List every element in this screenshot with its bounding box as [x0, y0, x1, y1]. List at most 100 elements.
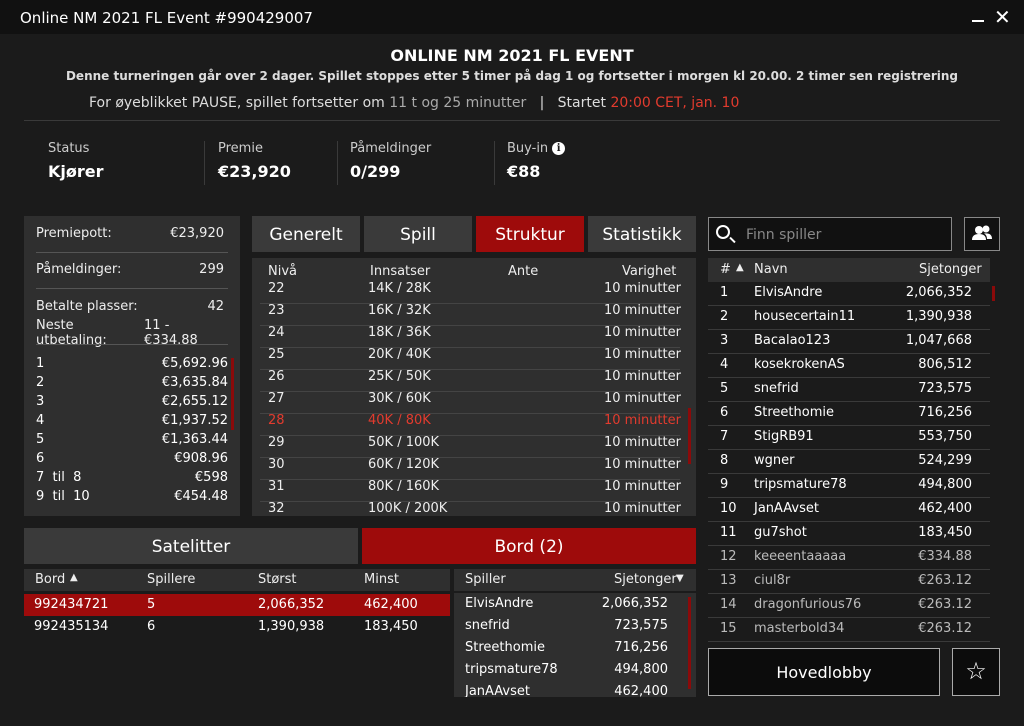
paid-places-row: Betalte plasser: 42 — [36, 299, 224, 314]
player-row[interactable]: 12 keeeentaaaaa €334.88 — [708, 546, 990, 570]
payout-amount: €1,937.52 — [161, 413, 228, 428]
player-row[interactable]: 6 Streethomie 716,256 — [708, 402, 990, 426]
sort-up-icon[interactable]: ▲ — [736, 262, 744, 273]
col-stakes[interactable]: Innsatser — [370, 264, 430, 279]
tab-generelt[interactable]: Generelt — [252, 216, 360, 252]
chip-count: 723,575 — [918, 381, 972, 396]
col-smallest[interactable]: Minst — [364, 572, 399, 587]
rank: 12 — [720, 549, 737, 564]
level: 32 — [268, 501, 285, 516]
payout-amount: €5,692.96 — [161, 356, 228, 371]
sort-up-icon[interactable]: ▲ — [70, 572, 78, 583]
player-row[interactable]: 13 ciul8r €263.12 — [708, 570, 990, 594]
tab-spill[interactable]: Spill — [364, 216, 472, 252]
player-row[interactable]: 11 gu7shot 183,450 — [708, 522, 990, 546]
scrollbar[interactable] — [688, 597, 691, 689]
col-largest[interactable]: Størst — [258, 572, 297, 587]
title-bar: Online NM 2021 FL Event #990429007 — [0, 0, 1024, 34]
payout-place: 1 — [36, 356, 45, 371]
chip-count: 716,256 — [614, 640, 668, 655]
table-row[interactable]: 992435134 6 1,390,938 183,450 — [24, 616, 450, 638]
player-row[interactable]: 4 kosekrokenAS 806,512 — [708, 354, 990, 378]
stat-label: Status — [48, 141, 90, 156]
close-icon[interactable]: ✕ — [994, 6, 1011, 28]
player-name: keeeentaaaaa — [754, 549, 847, 564]
level: 22 — [268, 281, 285, 296]
stakes: 30K / 60K — [368, 391, 431, 406]
rank: 15 — [720, 621, 737, 636]
col-duration[interactable]: Varighet — [622, 264, 676, 279]
player-row[interactable]: 8 wgner 524,299 — [708, 450, 990, 474]
col-chips[interactable]: Sjetonger — [919, 262, 982, 277]
player-row[interactable]: 14 dragonfurious76 €263.12 — [708, 594, 990, 618]
player-name: tripsmature78 — [754, 477, 847, 492]
main-lobby-button[interactable]: Hovedlobby — [708, 648, 940, 696]
col-players[interactable]: Spillere — [147, 572, 195, 587]
player-row[interactable]: 15 masterbold34 €263.12 — [708, 618, 990, 642]
chip-count: 494,800 — [614, 662, 668, 677]
tab-tables[interactable]: Bord (2) — [362, 528, 696, 564]
level: 31 — [268, 479, 285, 494]
chip-count: 183,450 — [918, 525, 972, 540]
col-rank[interactable]: # — [720, 262, 731, 277]
player-row[interactable]: 9 tripsmature78 494,800 — [708, 474, 990, 498]
stakes: 16K / 32K — [368, 303, 431, 318]
col-level[interactable]: Nivå — [268, 264, 297, 279]
level: 23 — [268, 303, 285, 318]
favorite-button[interactable]: ☆ — [952, 648, 1000, 696]
col-player[interactable]: Spiller — [465, 572, 506, 587]
structure-table: Nivå Innsatser Ante Varighet 22 14K / 28K… — [252, 258, 696, 516]
stat-value: €88 — [507, 162, 541, 181]
col-name[interactable]: Navn — [754, 262, 788, 277]
stat-divider — [494, 141, 495, 185]
col-table[interactable]: Bord — [35, 572, 65, 587]
scrollbar[interactable] — [231, 358, 234, 430]
tournament-description: Denne turneringen går over 2 dager. Spil… — [65, 69, 959, 83]
chip-count: 723,575 — [614, 618, 668, 633]
payout-row: 3 €2,655.12 — [36, 394, 228, 413]
chip-count: 524,299 — [918, 453, 972, 468]
tables-header: Bord ▲ Spillere Størst Minst — [24, 569, 450, 591]
minimize-icon[interactable] — [972, 20, 984, 22]
sort-down-icon[interactable]: ▼ — [676, 573, 684, 584]
player-row[interactable]: 2 housecertain11 1,390,938 — [708, 306, 990, 330]
payout-amount: €454.48 — [174, 489, 228, 504]
structure-row: 32 100K / 200K 10 minutter — [252, 501, 688, 516]
tab-struktur[interactable]: Struktur — [476, 216, 584, 252]
table-row[interactable]: 992434721 5 2,066,352 462,400 — [24, 594, 450, 616]
payout-amount: €598 — [194, 470, 228, 485]
my-players-button[interactable] — [964, 217, 1000, 251]
player-row[interactable]: 7 StigRB91 553,750 — [708, 426, 990, 450]
chip-count: 716,256 — [918, 405, 972, 420]
structure-row: 25 20K / 40K 10 minutter — [252, 347, 688, 370]
table-player-row[interactable]: tripsmature78 494,800 — [454, 659, 688, 681]
player-name: tripsmature78 — [465, 662, 558, 677]
player-row[interactable]: 5 snefrid 723,575 — [708, 378, 990, 402]
player-row[interactable]: 3 Bacalao123 1,047,668 — [708, 330, 990, 354]
scrollbar[interactable] — [992, 286, 995, 301]
stat-divider — [204, 141, 205, 185]
table-player-row[interactable]: snefrid 723,575 — [454, 615, 688, 637]
tab-satellites[interactable]: Satelitter — [24, 528, 358, 564]
paid-places-value: 42 — [207, 299, 224, 314]
table-player-row[interactable]: Streethomie 716,256 — [454, 637, 688, 659]
col-ante[interactable]: Ante — [508, 264, 538, 279]
tab-statistikk[interactable]: Statistikk — [588, 216, 696, 252]
stakes: 20K / 40K — [368, 347, 431, 362]
table-player-row[interactable]: ElvisAndre 2,066,352 — [454, 593, 688, 615]
payout-row: 4 €1,937.52 — [36, 413, 228, 432]
table-player-row[interactable]: JanAAvset 462,400 — [454, 681, 688, 697]
player-row[interactable]: 1 ElvisAndre 2,066,352 — [708, 282, 990, 306]
search-input[interactable] — [708, 217, 952, 251]
stakes: 50K / 100K — [368, 435, 440, 450]
chip-count: 462,400 — [918, 501, 972, 516]
chip-count: 553,750 — [918, 429, 972, 444]
largest-stack: 2,066,352 — [258, 597, 325, 612]
info-icon[interactable]: i — [552, 142, 566, 155]
col-chips[interactable]: Sjetonger — [614, 572, 677, 587]
payout-place: 9 til 10 — [36, 489, 90, 504]
duration: 10 minutter — [604, 303, 681, 318]
player-row[interactable]: 10 JanAAvset 462,400 — [708, 498, 990, 522]
scrollbar[interactable] — [688, 408, 691, 464]
duration: 10 minutter — [604, 479, 681, 494]
